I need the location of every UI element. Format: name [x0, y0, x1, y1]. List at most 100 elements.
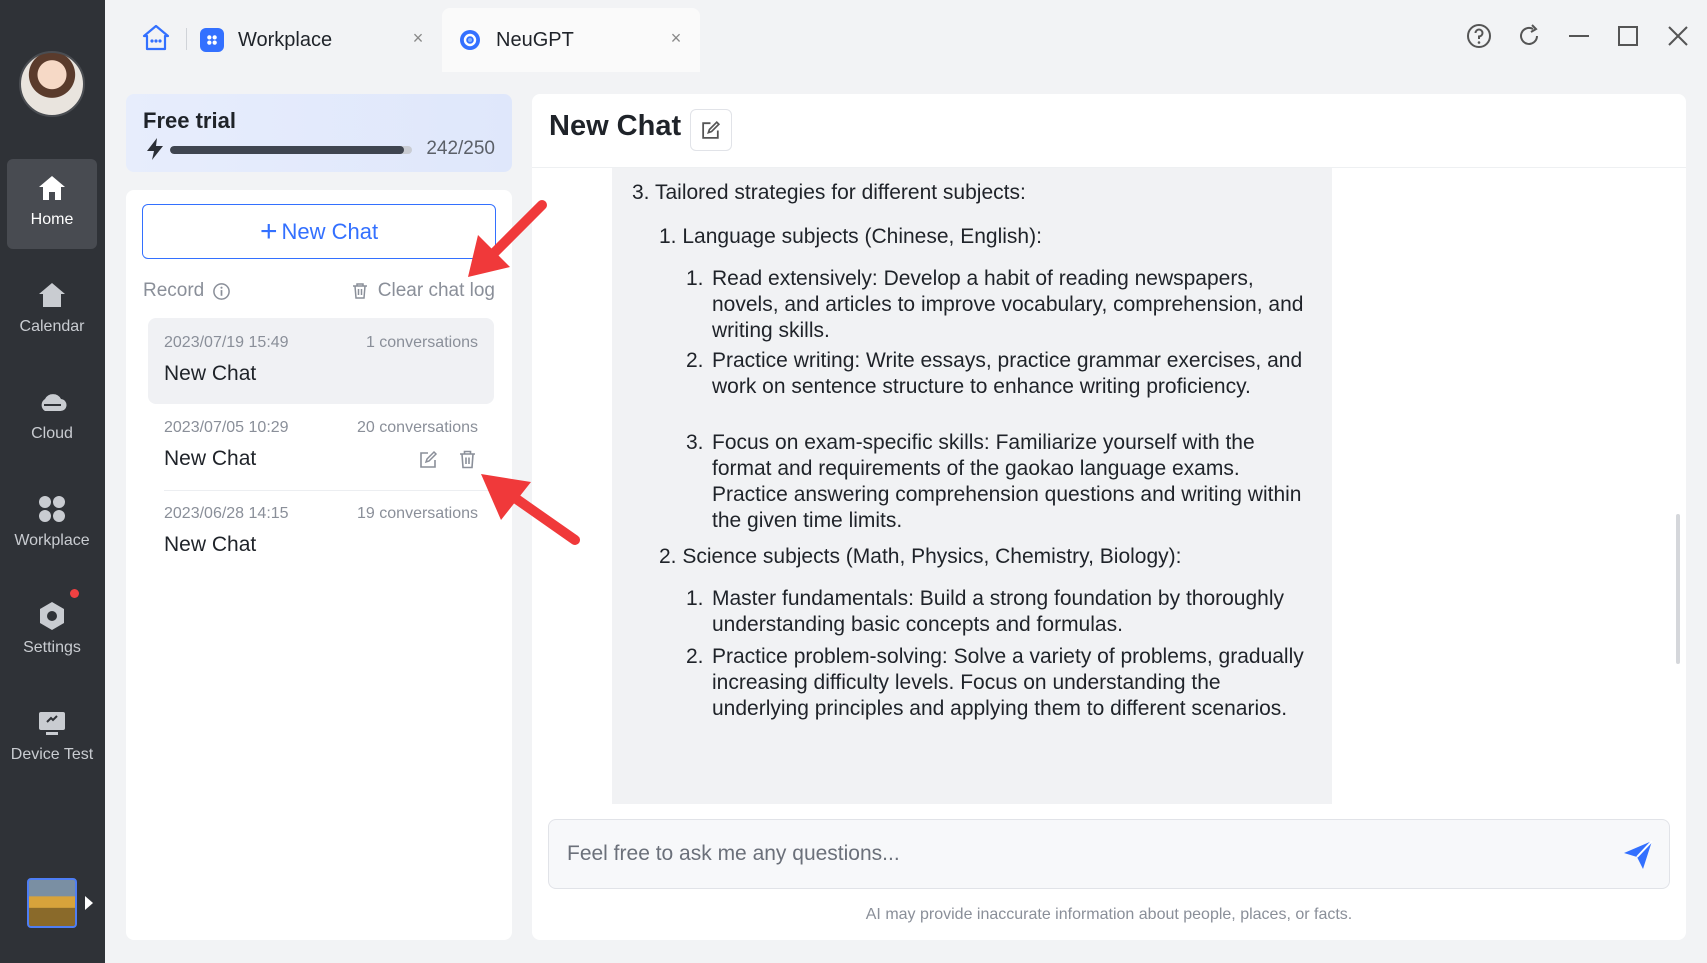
rail-item-cloud[interactable]: Cloud — [7, 373, 97, 463]
new-chat-button[interactable]: + New Chat — [142, 204, 496, 259]
chat-count: 1 conversations — [365, 334, 478, 351]
list-item: 3. Focus on exam-specific skills: Famili… — [686, 430, 1316, 534]
media-thumbnail[interactable] — [27, 878, 77, 928]
trial-progress-fill — [170, 146, 405, 154]
record-heading: Record — [143, 280, 231, 302]
rail-item-calendar[interactable]: Calendar — [7, 266, 97, 356]
calendar-home-icon — [36, 280, 68, 310]
chat-title-heading: New Chat — [549, 110, 682, 142]
list-text: Practice problem-solving: Solve a variet… — [712, 645, 1304, 720]
window-close-icon[interactable] — [1664, 22, 1694, 52]
rail-label-device-test: Device Test — [10, 746, 94, 763]
scrollbar[interactable] — [1676, 514, 1680, 664]
chat-list-item[interactable]: 2023/06/28 14:15 19 conversations New Ch… — [148, 489, 494, 575]
chat-input-box[interactable] — [548, 819, 1670, 889]
close-icon[interactable]: × — [666, 28, 686, 48]
grid-icon — [36, 494, 68, 524]
trial-progress-bar — [170, 146, 412, 154]
list-text: Focus on exam-specific skills: Familiari… — [712, 431, 1302, 532]
minimize-icon[interactable] — [1565, 22, 1595, 52]
chat-date: 2023/07/19 15:49 — [164, 334, 289, 351]
maximize-icon[interactable] — [1614, 22, 1644, 52]
record-label: Record — [143, 280, 205, 301]
chat-input[interactable] — [549, 820, 1669, 888]
home-tab-icon[interactable] — [140, 22, 172, 54]
expand-arrow-icon[interactable] — [85, 896, 93, 910]
user-avatar[interactable] — [19, 51, 85, 117]
send-icon[interactable] — [1621, 838, 1655, 872]
settings-icon — [36, 601, 68, 631]
notification-dot — [70, 589, 79, 598]
annotation-arrow — [468, 200, 547, 277]
tab-workplace[interactable]: Workplace × — [200, 8, 442, 72]
home-icon — [36, 173, 68, 203]
list-item: 1. Master fundamentals: Build a strong f… — [686, 586, 1316, 638]
rail-label-cloud: Cloud — [31, 425, 73, 442]
trial-usage-count: 242/250 — [426, 138, 495, 159]
chat-header: New Chat — [532, 94, 1686, 168]
chat-date: 2023/07/05 10:29 — [164, 419, 289, 436]
list-text: Tailored strategies for different subjec… — [654, 181, 1026, 204]
list-item: 3. Tailored strategies for different sub… — [632, 180, 1026, 206]
neugpt-logo-icon — [458, 28, 482, 52]
trash-icon — [352, 283, 367, 299]
monitor-icon — [36, 708, 68, 738]
list-text: Practice writing: Write essays, practice… — [712, 349, 1303, 398]
rail-label-workplace: Workplace — [14, 532, 90, 549]
plus-icon: + — [259, 214, 278, 248]
list-number: 2. — [659, 545, 677, 568]
tab-separator — [186, 28, 187, 50]
chat-count: 20 conversations — [357, 419, 478, 436]
chat-list-item[interactable]: 2023/07/19 15:49 1 conversations New Cha… — [148, 318, 494, 404]
close-icon[interactable]: × — [408, 28, 428, 48]
chat-main-panel: New Chat 3. Tailored strategies for diff… — [532, 94, 1686, 940]
chat-title: New Chat — [164, 447, 257, 470]
info-icon[interactable] — [212, 282, 231, 301]
list-item: 2. Practice problem-solving: Solve a var… — [686, 644, 1316, 722]
list-text: Science subjects (Math, Physics, Chemist… — [682, 545, 1182, 568]
rail-label-settings: Settings — [23, 639, 81, 656]
list-number: 2. — [686, 645, 704, 668]
rail-label-home: Home — [30, 211, 74, 228]
assistant-message: 3. Tailored strategies for different sub… — [612, 168, 1332, 804]
annotation-arrow — [481, 474, 580, 545]
edit-title-button[interactable] — [690, 109, 732, 151]
list-text: Language subjects (Chinese, English): — [682, 225, 1042, 248]
list-number: 2. — [686, 349, 704, 372]
tab-label-neugpt: NeuGPT — [496, 28, 574, 51]
rail-item-home[interactable]: Home — [7, 159, 97, 249]
new-chat-label: New Chat — [281, 218, 379, 244]
list-text: Master fundamentals: Build a strong foun… — [712, 587, 1285, 636]
help-icon[interactable] — [1465, 22, 1495, 52]
chat-list-item[interactable]: 2023/07/05 10:29 20 conversations New Ch… — [148, 403, 494, 489]
list-item: 1. Language subjects (Chinese, English): — [659, 224, 1042, 250]
list-item: 1. Read extensively: Develop a habit of … — [686, 266, 1316, 344]
rail-item-workplace[interactable]: Workplace — [7, 480, 97, 570]
rail-item-settings[interactable]: Settings — [7, 587, 97, 677]
left-rail: Home Calendar Cloud Workplace Settings D… — [0, 0, 105, 963]
chat-title: New Chat — [164, 533, 257, 556]
chat-sidebar: Free trial 242/250 + New Chat Record Cle… — [126, 94, 512, 940]
chat-list-panel: + New Chat Record Clear chat log 2023/07… — [126, 190, 512, 940]
edit-icon[interactable] — [418, 449, 439, 470]
chat-date: 2023/06/28 14:15 — [164, 505, 289, 522]
list-text: Read extensively: Develop a habit of rea… — [712, 267, 1304, 342]
list-number: 1. — [686, 587, 704, 610]
list-item: 2. Practice writing: Write essays, pract… — [686, 348, 1316, 400]
rail-label-calendar: Calendar — [19, 318, 85, 335]
refresh-icon[interactable] — [1515, 22, 1545, 52]
list-number: 3. — [686, 431, 704, 454]
tab-neugpt[interactable]: NeuGPT × — [442, 8, 700, 72]
edit-icon — [702, 120, 721, 139]
free-trial-title: Free trial — [143, 108, 236, 133]
lightning-icon — [147, 138, 163, 160]
list-number: 1. — [686, 267, 704, 290]
rail-item-device-test[interactable]: Device Test — [7, 694, 97, 784]
list-number: 1. — [659, 225, 677, 248]
tab-label-workplace: Workplace — [238, 28, 333, 51]
ai-disclaimer: AI may provide inaccurate information ab… — [865, 906, 1353, 923]
chat-title: New Chat — [164, 362, 257, 385]
list-item: 2. Science subjects (Math, Physics, Chem… — [659, 544, 1181, 570]
workplace-logo-icon — [200, 28, 224, 52]
chat-count: 19 conversations — [357, 505, 478, 522]
